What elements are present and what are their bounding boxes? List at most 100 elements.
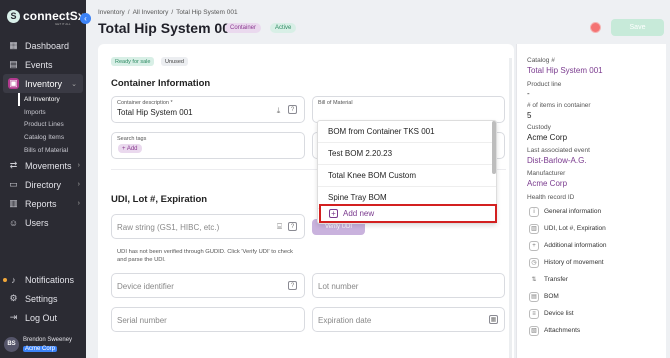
bill-of-material-field[interactable]: Bill of Material	[312, 96, 505, 123]
field-value: Total Hip System 001	[117, 108, 193, 117]
gear-icon: ⚙	[9, 293, 18, 303]
link-transfer[interactable]: ⇅ Transfer	[529, 273, 568, 286]
breadcrumb-all-inventory[interactable]: All Inventory	[133, 9, 169, 16]
link-label: Device list	[544, 310, 574, 317]
save-button[interactable]: Save	[611, 19, 664, 36]
sidebar-item-dashboard[interactable]: ▦ Dashboard	[0, 36, 86, 55]
search-tags-field[interactable]: Search tags + Add	[111, 132, 305, 159]
sidebar-item-inventory[interactable]: ▣ Inventory ⌄	[3, 74, 83, 93]
link-additional-information[interactable]: + Additional information	[529, 239, 607, 252]
product-line-label: Product line	[527, 81, 562, 88]
link-bom[interactable]: ▤ BOM	[529, 290, 559, 303]
health-record-label: Health record ID	[527, 194, 575, 201]
app-name: connectSx	[23, 9, 85, 23]
subnav-item-bills-of-material[interactable]: Bills of Material	[18, 144, 86, 157]
download-icon[interactable]: ⤓	[274, 106, 283, 115]
link-udi-lot-expiration[interactable]: ▥ UDI, Lot #, Expiration	[529, 222, 606, 235]
event-value[interactable]: Dist-Barlow-A.G.	[527, 156, 587, 165]
sidebar-item-logout[interactable]: ⇥ Log Out	[0, 308, 86, 327]
chevron-down-icon: ⌄	[71, 80, 77, 88]
history-icon: ◷	[529, 257, 539, 268]
sidebar-item-reports[interactable]: ▥ Reports ›	[0, 194, 86, 213]
event-label: Last associated event	[527, 147, 590, 154]
lot-number-input[interactable]: Lot number	[312, 273, 505, 298]
product-line-value: -	[527, 89, 530, 98]
sidebar-item-label: Notifications	[25, 274, 75, 285]
container-description-field[interactable]: Container description * Total Hip System…	[111, 96, 305, 123]
plus-icon: +	[529, 240, 539, 251]
lot-number-placeholder: Lot number	[318, 282, 359, 291]
attachment-icon: ▧	[529, 325, 539, 336]
device-identifier-input[interactable]: Device identifier ?	[111, 273, 305, 298]
info-icon: i	[529, 206, 539, 217]
subnav-item-catalog-items[interactable]: Catalog Items	[18, 131, 86, 144]
calendar-icon[interactable]: ▦	[489, 315, 498, 324]
bell-icon: ♪	[11, 274, 16, 285]
ready-for-sale-tag: Ready for sale	[111, 57, 155, 66]
sidebar-item-directory[interactable]: ▭ Directory ›	[0, 175, 86, 194]
dropdown-scrollbar[interactable]	[492, 121, 496, 174]
type-badge: Container	[225, 23, 262, 33]
help-icon[interactable]: ?	[288, 222, 297, 231]
link-label: BOM	[544, 293, 559, 300]
add-tag-button[interactable]: + Add	[118, 144, 142, 153]
field-label: Search tags	[117, 136, 147, 142]
bom-option[interactable]: BOM from Container TKS 001	[318, 121, 496, 143]
collapse-sidebar-button[interactable]: ‹	[80, 13, 91, 24]
sidebar-item-events[interactable]: ▤ Events	[0, 55, 86, 74]
sidebar-item-label: Inventory	[25, 78, 63, 89]
person-icon: ☺	[8, 217, 19, 228]
plus-icon: +	[329, 209, 338, 218]
catalog-value[interactable]: Total Hip System 001	[527, 66, 603, 75]
record-button[interactable]	[590, 22, 601, 33]
expiration-date-input[interactable]: Expiration date ▦	[312, 307, 505, 332]
sidebar-item-label: Events	[25, 59, 53, 70]
link-device-list[interactable]: ≡ Device list	[529, 307, 574, 320]
breadcrumb-inventory[interactable]: Inventory	[98, 9, 125, 16]
subnav-item-all-inventory[interactable]: All Inventory	[18, 93, 86, 106]
sidebar: S connectSx GET IT ALL ▦ Dashboard ▤ Eve…	[0, 0, 86, 358]
field-label: Container description *	[117, 100, 173, 106]
inventory-subnav: All Inventory Imports Product Lines Cata…	[0, 93, 86, 156]
breadcrumb-separator: /	[127, 9, 130, 16]
link-label: Transfer	[544, 276, 568, 283]
user-org-badge: Acme Corp	[23, 345, 58, 352]
subnav-item-product-lines[interactable]: Product Lines	[18, 118, 86, 131]
subnav-item-imports[interactable]: Imports	[18, 106, 86, 119]
expiration-date-placeholder: Expiration date	[318, 316, 372, 325]
link-label: UDI, Lot #, Expiration	[544, 225, 606, 232]
manufacturer-value[interactable]: Acme Corp	[527, 179, 567, 188]
link-label: Additional information	[544, 242, 607, 249]
bom-option[interactable]: Total Knee BOM Custom	[318, 165, 496, 187]
chevron-left-icon: ‹	[84, 14, 87, 23]
help-icon[interactable]: ?	[288, 281, 297, 290]
chevron-right-icon: ›	[77, 181, 80, 189]
serial-number-input[interactable]: Serial number	[111, 307, 305, 332]
sidebar-item-users[interactable]: ☺ Users	[0, 213, 86, 232]
list-icon: ≡	[529, 308, 539, 319]
link-history-of-movement[interactable]: ◷ History of movement	[529, 256, 604, 269]
help-icon[interactable]: ?	[288, 105, 297, 114]
unused-tag: Unused	[161, 57, 188, 66]
form-scrollbar[interactable]	[509, 58, 512, 358]
chevron-right-icon: ›	[77, 200, 80, 208]
sidebar-item-movements[interactable]: ⇄ Movements ›	[0, 156, 86, 175]
link-attachments[interactable]: ▧ Attachments	[529, 324, 580, 337]
bom-option[interactable]: Test BOM 2.20.23	[318, 143, 496, 165]
user-profile[interactable]: BS Brendon Sweeney Acme Corp	[4, 333, 84, 355]
add-new-bom-option[interactable]: + Add new	[319, 204, 497, 223]
scanner-icon[interactable]: ⌸	[275, 222, 284, 231]
page-title: Total Hip System 001	[98, 20, 238, 36]
app-logo[interactable]: S connectSx	[7, 9, 85, 23]
grid-icon: ▦	[9, 40, 18, 50]
link-general-information[interactable]: i General information	[529, 205, 601, 218]
box-icon: ▣	[8, 78, 19, 89]
sidebar-item-settings[interactable]: ⚙ Settings	[0, 289, 86, 308]
sidebar-item-notifications[interactable]: ♪ Notifications	[0, 270, 86, 289]
sidebar-item-label: Users	[25, 217, 49, 228]
breadcrumb-separator: /	[171, 9, 174, 16]
items-count-label: # of items in container	[527, 102, 591, 109]
add-new-label: Add new	[343, 209, 375, 218]
serial-number-placeholder: Serial number	[117, 316, 167, 325]
raw-string-input[interactable]: Raw string (GS1, HIBC, etc.) ⌸ ?	[111, 214, 305, 239]
